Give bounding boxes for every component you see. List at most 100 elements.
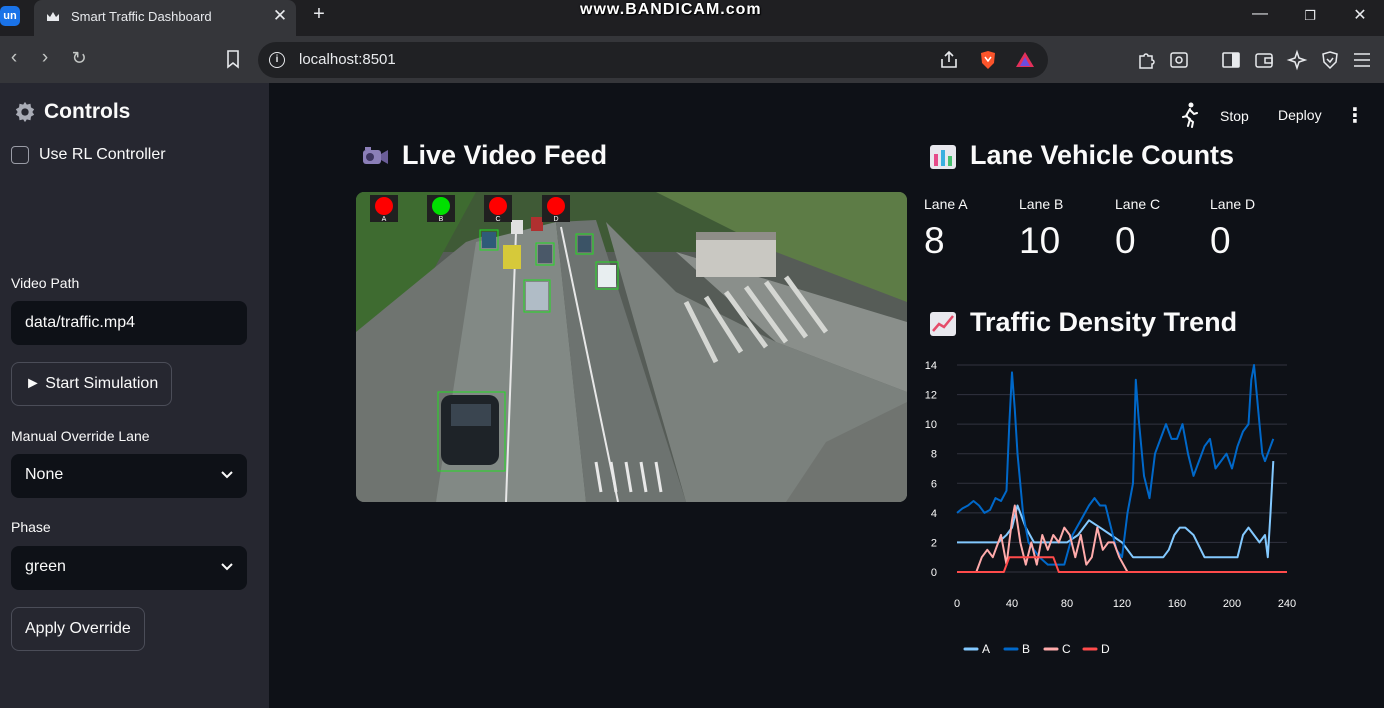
legend-label[interactable]: D [1101, 642, 1110, 656]
lane-b-label: Lane B [1019, 196, 1064, 212]
chevron-down-icon [221, 471, 233, 479]
signal-light-c [489, 197, 507, 215]
lane-d-value: 0 [1210, 220, 1231, 261]
stop-button[interactable]: Stop [1220, 108, 1249, 124]
streamlit-crown-icon [47, 12, 59, 21]
lane-c-metric: Lane C 0 [1115, 196, 1160, 262]
bar-chart-icon [930, 144, 956, 169]
signal-light-a [375, 197, 393, 215]
x-tick-label: 40 [1006, 598, 1018, 610]
apply-override-button[interactable]: Apply Override [11, 607, 145, 651]
browser-menu-icon[interactable] [1351, 49, 1373, 71]
running-man-icon [1182, 102, 1198, 128]
controls-heading: Controls [14, 100, 130, 124]
video-path-label: Video Path [11, 275, 80, 291]
rl-controller-checkbox-row[interactable]: Use RL Controller [11, 146, 166, 164]
signal-label: B [439, 216, 444, 223]
lane-a-metric: Lane A 8 [924, 196, 968, 262]
y-tick-label: 0 [931, 567, 937, 579]
gear-icon [15, 101, 35, 123]
lane-counts-title: Lane Vehicle Counts [970, 140, 1235, 170]
signal-label: C [495, 216, 500, 223]
sidebar-toggle-icon[interactable] [1220, 49, 1242, 71]
rl-controller-checkbox[interactable] [11, 146, 29, 164]
density-trend-heading: Traffic Density Trend [928, 307, 1237, 338]
y-tick-label: 8 [931, 449, 937, 461]
deploy-button[interactable]: Deploy [1278, 107, 1322, 123]
brave-rewards-icon[interactable] [1014, 49, 1036, 71]
back-icon[interactable]: ‹ [1, 47, 27, 69]
share-icon[interactable] [938, 49, 960, 71]
site-info-icon[interactable]: i [269, 52, 285, 68]
video-frame: A B C D [356, 192, 907, 502]
density-trend-chart: 0 2 4 6 8 10 12 14 0 40 80 120 160 200 240 A B C D [925, 360, 1296, 656]
url-text: localhost:8501 [299, 51, 396, 68]
app-menu-icon[interactable]: ⋮ [1345, 103, 1365, 128]
legend-label[interactable]: B [1022, 642, 1030, 656]
start-simulation-button[interactable]: ► Start Simulation [11, 362, 173, 406]
wallet-icon[interactable] [1253, 49, 1275, 71]
signal-light-b [432, 197, 450, 215]
y-tick-label: 4 [931, 508, 937, 520]
legend-label[interactable]: A [982, 642, 990, 656]
signal-label: D [553, 216, 558, 223]
phase-select[interactable]: green [11, 546, 247, 590]
close-tab-icon[interactable]: ✕ [270, 6, 290, 26]
app-badge[interactable]: un [0, 6, 20, 26]
x-tick-label: 120 [1113, 598, 1131, 610]
minimize-icon[interactable]: — [1245, 5, 1275, 23]
lane-counts-heading: Lane Vehicle Counts [928, 140, 1234, 171]
new-tab-icon[interactable]: + [308, 3, 330, 26]
browser-tab[interactable]: Smart Traffic Dashboard ✕ [34, 0, 296, 36]
reader-mode-icon[interactable] [1168, 49, 1190, 71]
signal-light-d [547, 197, 565, 215]
signal-label: A [382, 216, 387, 223]
lane-a-value: 8 [924, 220, 945, 261]
extensions-icon[interactable] [1136, 49, 1158, 71]
tab-title: Smart Traffic Dashboard [71, 9, 212, 24]
trend-chart-icon [930, 311, 956, 336]
browser-toolbar: ‹ › ↻ i localhost:8501 [0, 36, 1384, 83]
y-tick-label: 10 [925, 419, 937, 431]
video-camera-icon [363, 146, 388, 164]
video-feed-title: Live Video Feed [402, 140, 608, 170]
y-tick-label: 14 [925, 360, 937, 372]
legend-label[interactable]: C [1062, 642, 1071, 656]
y-tick-label: 6 [931, 478, 937, 490]
x-tick-label: 80 [1061, 598, 1073, 610]
y-tick-label: 12 [925, 390, 937, 402]
bookmark-icon[interactable] [223, 49, 243, 69]
x-tick-label: 200 [1223, 598, 1241, 610]
traffic-camera-image: A B C D [356, 192, 907, 502]
chevron-down-icon [221, 563, 233, 571]
rl-controller-label: Use RL Controller [39, 146, 166, 163]
restore-icon[interactable]: ❐ [1295, 8, 1325, 24]
window-close-icon[interactable]: ✕ [1345, 5, 1375, 25]
forward-icon[interactable]: › [32, 47, 58, 69]
lane-a-label: Lane A [924, 196, 968, 212]
leo-ai-icon[interactable] [1286, 49, 1308, 71]
reload-icon[interactable]: ↻ [66, 48, 92, 69]
density-trend-title: Traffic Density Trend [970, 307, 1238, 337]
override-lane-select[interactable]: None [11, 454, 247, 498]
browser-tab-bar: un Smart Traffic Dashboard ✕ + www.BANDI… [0, 0, 1384, 36]
override-lane-label: Manual Override Lane [11, 428, 150, 444]
x-tick-label: 160 [1168, 598, 1186, 610]
video-path-input[interactable] [11, 301, 247, 345]
phase-value: green [25, 558, 66, 575]
controls-title: Controls [44, 100, 131, 123]
lane-b-metric: Lane B 10 [1019, 196, 1063, 262]
address-bar[interactable]: i localhost:8501 [258, 42, 1048, 78]
lane-d-metric: Lane D 0 [1210, 196, 1255, 262]
vpn-icon[interactable] [1319, 49, 1341, 71]
lane-c-label: Lane C [1115, 196, 1161, 212]
override-lane-value: None [25, 466, 64, 483]
phase-label: Phase [11, 519, 51, 535]
brave-shield-icon[interactable] [977, 49, 999, 71]
x-tick-label: 240 [1278, 598, 1296, 610]
video-feed-heading: Live Video Feed [360, 140, 607, 171]
x-tick-label: 0 [954, 598, 960, 610]
lane-c-value: 0 [1115, 220, 1136, 261]
lane-b-value: 10 [1019, 220, 1061, 261]
y-tick-label: 2 [931, 537, 937, 549]
